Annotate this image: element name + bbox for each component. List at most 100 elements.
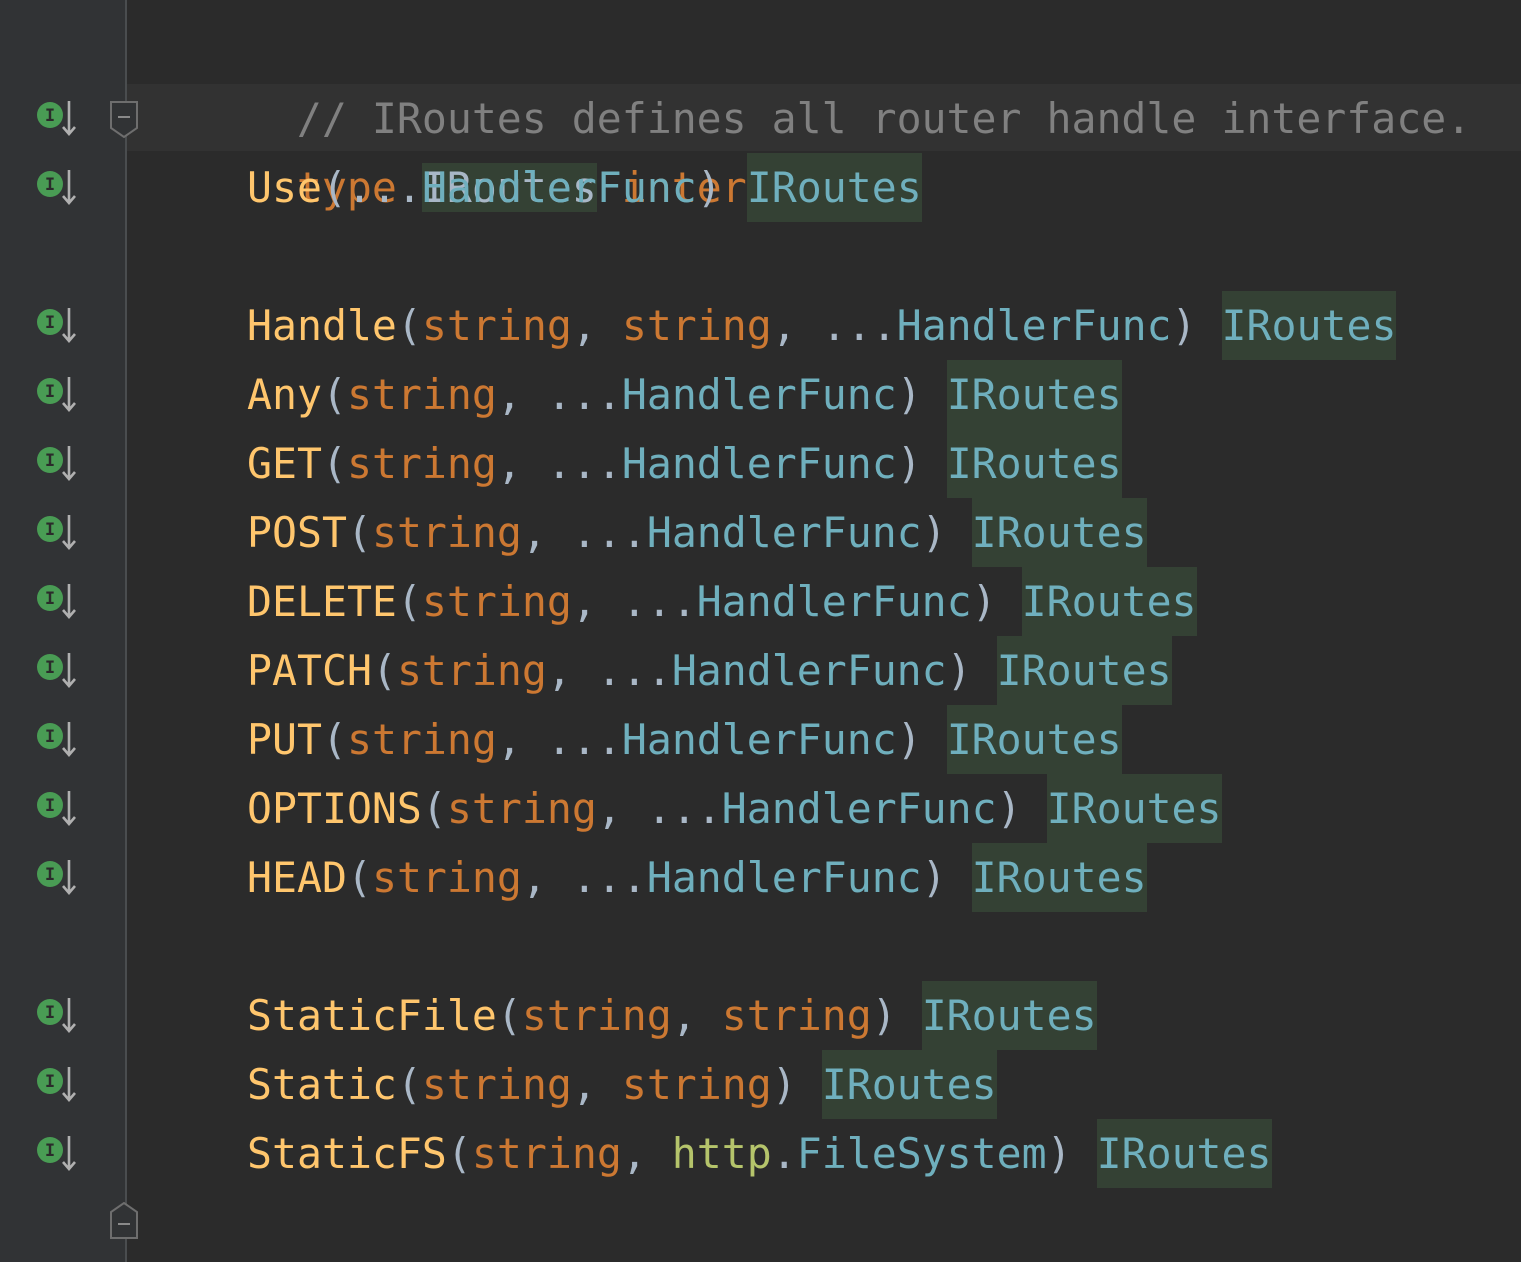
method-name[interactable]: PATCH <box>247 646 372 695</box>
param-separator: , <box>571 301 622 350</box>
param-type: string <box>446 784 597 833</box>
param-separator: , <box>571 1060 622 1109</box>
variadic-dots: ... <box>571 853 647 902</box>
type-reference[interactable]: HandlerFunc <box>672 646 947 695</box>
method-name[interactable]: Static <box>247 1060 397 1109</box>
type-reference[interactable]: HandlerFunc <box>647 508 922 557</box>
param-type: string <box>621 301 772 350</box>
variadic-dots: ... <box>646 784 722 833</box>
method-line[interactable]: Handle(string, string, ...HandlerFunc) I… <box>147 291 1397 360</box>
implemented-interface-icon[interactable]: I <box>36 375 82 415</box>
close-paren: ) <box>971 577 997 626</box>
param-separator: , <box>496 715 547 764</box>
fold-end-icon[interactable] <box>110 1202 138 1240</box>
type-declaration-line[interactable]: type IRoutes interface { <box>147 84 897 212</box>
return-type[interactable]: IRoutes <box>946 429 1122 498</box>
method-name[interactable]: DELETE <box>247 577 397 626</box>
code-editor[interactable]: // IRoutes defines all router handle int… <box>0 0 1521 1262</box>
type-reference[interactable]: HandlerFunc <box>647 853 922 902</box>
return-type[interactable]: IRoutes <box>821 1050 997 1119</box>
return-type[interactable]: IRoutes <box>1221 291 1397 360</box>
param-type: string <box>346 370 497 419</box>
return-type[interactable]: IRoutes <box>946 705 1122 774</box>
param-type: string <box>721 991 872 1040</box>
return-type[interactable]: IRoutes <box>946 360 1122 429</box>
method-name[interactable]: POST <box>247 508 347 557</box>
method-name[interactable]: PUT <box>247 715 322 764</box>
method-line[interactable]: StaticFS(string, http.FileSystem) IRoute… <box>147 1119 1272 1188</box>
return-type[interactable]: IRoutes <box>971 843 1147 912</box>
param-type: string <box>346 715 497 764</box>
method-name[interactable]: StaticFile <box>247 991 497 1040</box>
return-type[interactable]: IRoutes <box>921 981 1097 1050</box>
return-type[interactable]: IRoutes <box>971 498 1147 567</box>
method-line[interactable]: POST(string, ...HandlerFunc) IRoutes <box>147 498 1147 567</box>
closing-brace-line[interactable]: } <box>147 1188 322 1257</box>
return-type[interactable]: IRoutes <box>996 636 1172 705</box>
implemented-interface-icon[interactable]: I <box>36 720 82 760</box>
open-paren: ( <box>396 1060 422 1109</box>
return-type[interactable]: IRoutes <box>746 153 922 222</box>
type-reference[interactable]: HandlerFunc <box>722 784 997 833</box>
method-name[interactable]: Use <box>247 163 322 212</box>
implemented-interface-icon[interactable]: I <box>36 513 82 553</box>
implemented-interface-icon[interactable]: I <box>36 444 82 484</box>
implemented-interface-icon[interactable]: I <box>36 168 82 208</box>
fold-collapse-icon[interactable] <box>110 100 138 138</box>
method-name[interactable]: StaticFS <box>247 1129 447 1178</box>
method-line[interactable]: Any(string, ...HandlerFunc) IRoutes <box>147 360 1122 429</box>
type-reference[interactable]: HandlerFunc <box>697 577 972 626</box>
type-reference[interactable]: HandlerFunc <box>622 370 897 419</box>
param-type: string <box>371 853 522 902</box>
return-type[interactable]: IRoutes <box>1021 567 1197 636</box>
method-line[interactable]: Use(...HandlerFunc) IRoutes <box>147 153 922 222</box>
return-type[interactable]: IRoutes <box>1046 774 1222 843</box>
method-name[interactable]: HEAD <box>247 853 347 902</box>
type-reference[interactable]: HandlerFunc <box>622 439 897 488</box>
method-line[interactable]: StaticFile(string, string) IRoutes <box>147 981 1097 1050</box>
param-type: string <box>346 439 497 488</box>
method-name[interactable]: OPTIONS <box>247 784 422 833</box>
implemented-interface-icon[interactable]: I <box>36 996 82 1036</box>
implemented-interface-icon[interactable]: I <box>36 1134 82 1174</box>
implemented-interface-icon[interactable]: I <box>36 858 82 898</box>
package-name[interactable]: http <box>672 1129 772 1178</box>
variadic-dots: ... <box>546 370 622 419</box>
method-line[interactable]: Static(string, string) IRoutes <box>147 1050 997 1119</box>
method-line[interactable]: GET(string, ...HandlerFunc) IRoutes <box>147 429 1122 498</box>
param-separator: , <box>496 370 547 419</box>
method-name[interactable]: Any <box>247 370 322 419</box>
implemented-interface-icon[interactable]: I <box>36 306 82 346</box>
implemented-interface-icon[interactable]: I <box>36 789 82 829</box>
method-line[interactable]: OPTIONS(string, ...HandlerFunc) IRoutes <box>147 774 1222 843</box>
type-reference[interactable]: HandlerFunc <box>422 163 697 212</box>
method-line[interactable]: PUT(string, ...HandlerFunc) IRoutes <box>147 705 1122 774</box>
param-separator: , <box>521 508 572 557</box>
implemented-interface-icon[interactable]: I <box>36 1065 82 1105</box>
type-reference[interactable]: FileSystem <box>797 1129 1047 1178</box>
implemented-interface-icon[interactable]: I <box>36 651 82 691</box>
open-paren: ( <box>321 163 347 212</box>
implemented-interface-icon[interactable]: I <box>36 99 82 139</box>
variadic-dots: ... <box>821 301 897 350</box>
close-paren: ) <box>946 646 972 695</box>
method-name[interactable]: GET <box>247 439 322 488</box>
method-line[interactable]: DELETE(string, ...HandlerFunc) IRoutes <box>147 567 1197 636</box>
type-reference[interactable]: HandlerFunc <box>622 715 897 764</box>
method-name[interactable]: Handle <box>247 301 397 350</box>
return-type[interactable]: IRoutes <box>1096 1119 1272 1188</box>
method-line[interactable]: PATCH(string, ...HandlerFunc) IRoutes <box>147 636 1172 705</box>
code-comment-line[interactable]: // IRoutes defines all router handle int… <box>147 15 1471 143</box>
type-reference[interactable]: HandlerFunc <box>897 301 1172 350</box>
implemented-interface-icon[interactable]: I <box>36 582 82 622</box>
close-paren: ) <box>1046 1129 1072 1178</box>
method-line[interactable]: HEAD(string, ...HandlerFunc) IRoutes <box>147 843 1147 912</box>
